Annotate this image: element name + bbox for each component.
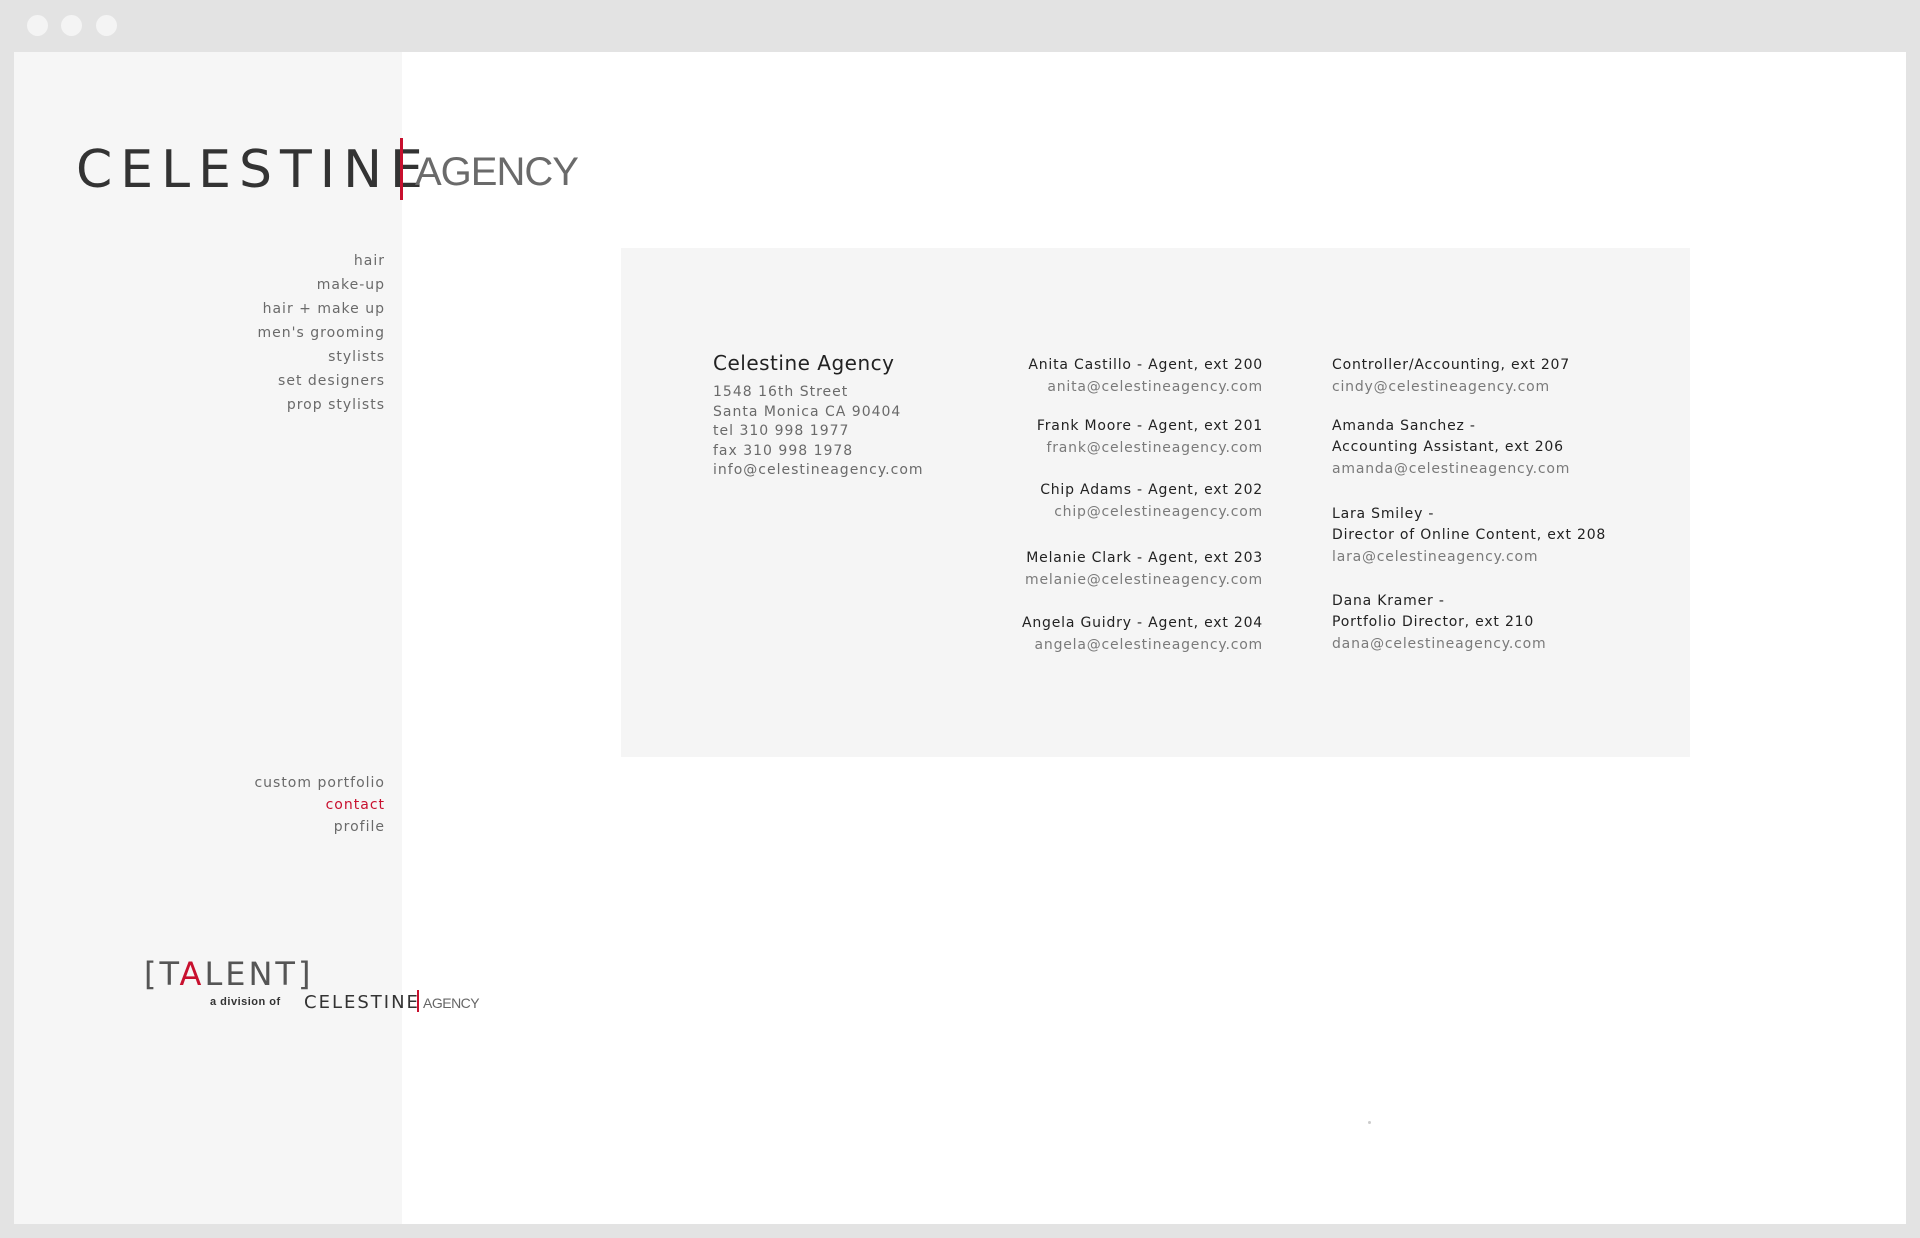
nav-hair[interactable]: hair xyxy=(258,249,385,273)
logo-divider-bar xyxy=(400,138,403,200)
staff-entry: Controller/Accounting, ext 207 cindy@cel… xyxy=(1332,355,1570,398)
agent-entry: Chip Adams - Agent, ext 202 chip@celesti… xyxy=(1040,480,1263,523)
agent-name: Frank Moore - Agent, ext 201 xyxy=(1036,418,1263,434)
nav-set-designers[interactable]: set designers xyxy=(258,369,385,393)
agent-name: Melanie Clark - Agent, ext 203 xyxy=(1026,550,1263,566)
nav-make-up[interactable]: make-up xyxy=(258,273,385,297)
nav-custom-portfolio[interactable]: custom portfolio xyxy=(254,772,385,794)
contact-card: Celestine Agency 1548 16th Street Santa … xyxy=(621,248,1690,757)
talent-logo[interactable]: [TALENT] a division of CELESTINE AGENCY xyxy=(144,958,484,1028)
company-fax: fax 310 998 1978 xyxy=(713,442,854,459)
staff-email[interactable]: lara@celestineagency.com xyxy=(1332,546,1606,568)
decorative-dot xyxy=(1368,1121,1371,1124)
sidebar: CELESTINE AGENCY hair make-up hair + mak… xyxy=(14,52,579,1224)
agent-name: Anita Castillo - Agent, ext 200 xyxy=(1028,357,1263,373)
company-info: Celestine Agency 1548 16th Street Santa … xyxy=(713,351,924,481)
nav-prop-stylists[interactable]: prop stylists xyxy=(258,393,385,417)
company-city: Santa Monica CA 90404 xyxy=(713,403,902,420)
window-maximize-dot-icon[interactable] xyxy=(96,15,117,36)
nav-hair-make-up[interactable]: hair + make up xyxy=(258,297,385,321)
staff-entry: Dana Kramer - Portfolio Director, ext 21… xyxy=(1332,591,1546,655)
agent-email[interactable]: melanie@celestineagency.com xyxy=(1025,569,1263,591)
talent-wordmark: [TALENT] xyxy=(144,955,314,993)
agent-email[interactable]: anita@celestineagency.com xyxy=(1028,376,1263,398)
staff-entry: Amanda Sanchez - Accounting Assistant, e… xyxy=(1332,416,1570,480)
agent-entry: Melanie Clark - Agent, ext 203 melanie@c… xyxy=(1025,548,1263,591)
page-window: CELESTINE AGENCY hair make-up hair + mak… xyxy=(14,52,1906,1224)
staff-title: Accounting Assistant, ext 206 xyxy=(1332,439,1564,455)
staff-email[interactable]: dana@celestineagency.com xyxy=(1332,633,1546,655)
nav-stylists[interactable]: stylists xyxy=(258,345,385,369)
company-name: Celestine Agency xyxy=(713,351,895,375)
talent-divider-bar xyxy=(417,990,419,1012)
nav-profile[interactable]: profile xyxy=(254,816,385,838)
nav-mens-grooming[interactable]: men's grooming xyxy=(258,321,385,345)
browser-chrome xyxy=(0,0,1920,52)
staff-email[interactable]: cindy@celestineagency.com xyxy=(1332,376,1570,398)
staff-email[interactable]: amanda@celestineagency.com xyxy=(1332,458,1570,480)
company-tel: tel 310 998 1977 xyxy=(713,423,850,439)
staff-title: Portfolio Director, ext 210 xyxy=(1332,614,1535,630)
window-close-dot-icon[interactable] xyxy=(27,15,48,36)
staff-title: Director of Online Content, ext 208 xyxy=(1332,527,1607,543)
agent-email[interactable]: chip@celestineagency.com xyxy=(1040,501,1263,523)
agent-email[interactable]: frank@celestineagency.com xyxy=(1037,437,1263,459)
logo-wordmark-celestine: CELESTINE xyxy=(76,140,431,200)
agent-entry: Frank Moore - Agent, ext 201 frank@celes… xyxy=(1037,416,1263,459)
agent-entry: Angela Guidry - Agent, ext 204 angela@ce… xyxy=(1022,613,1263,656)
company-email[interactable]: info@celestineagency.com xyxy=(713,461,924,481)
secondary-nav: custom portfolio contact profile xyxy=(254,772,385,838)
agent-name: Angela Guidry - Agent, ext 204 xyxy=(1021,615,1263,631)
agent-name: Chip Adams - Agent, ext 202 xyxy=(1040,482,1263,498)
talent-division-text: a division of xyxy=(210,996,281,1008)
category-nav: hair make-up hair + make up men's groomi… xyxy=(258,249,385,417)
talent-agency-text: AGENCY xyxy=(423,995,480,1011)
staff-name: Amanda Sanchez - xyxy=(1332,418,1476,434)
agent-email[interactable]: angela@celestineagency.com xyxy=(1022,634,1263,656)
staff-name: Dana Kramer - xyxy=(1332,593,1445,609)
window-minimize-dot-icon[interactable] xyxy=(61,15,82,36)
company-address: 1548 16th Street xyxy=(713,384,849,400)
agent-entry: Anita Castillo - Agent, ext 200 anita@ce… xyxy=(1028,355,1263,398)
staff-name: Lara Smiley - xyxy=(1332,506,1435,522)
staff-title: Controller/Accounting, ext 207 xyxy=(1332,357,1570,373)
nav-contact[interactable]: contact xyxy=(254,794,385,816)
talent-celestine-text: CELESTINE xyxy=(304,992,420,1013)
staff-entry: Lara Smiley - Director of Online Content… xyxy=(1332,504,1606,568)
logo-wordmark-agency: AGENCY xyxy=(415,150,579,194)
